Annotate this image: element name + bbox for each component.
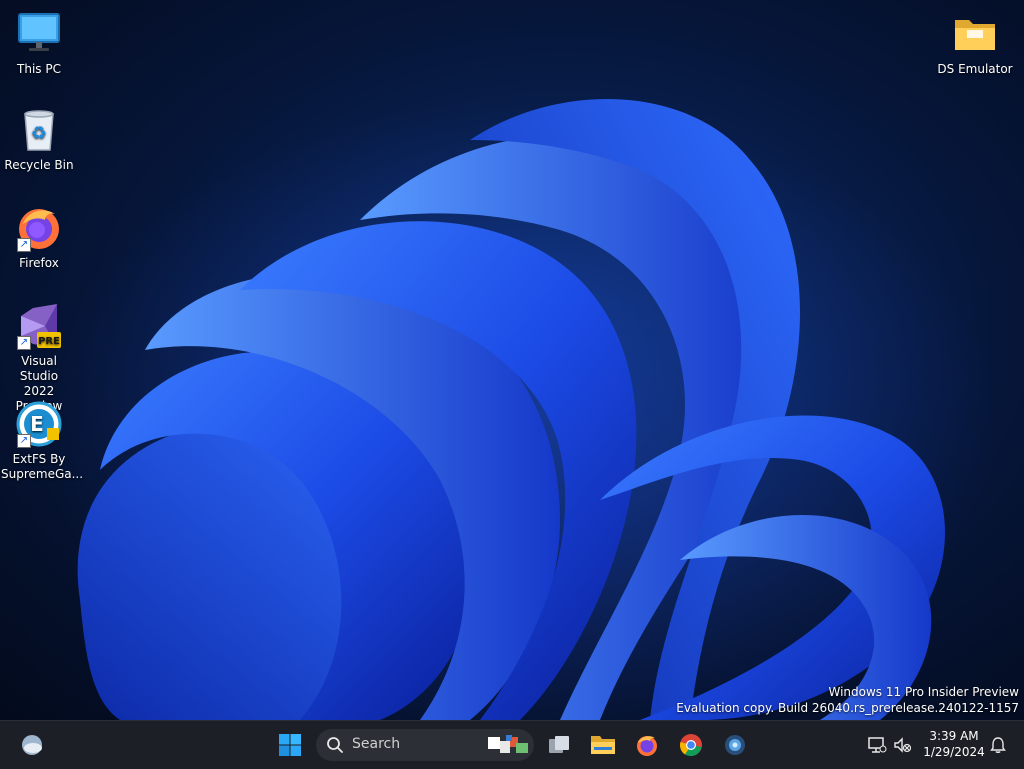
search-icon bbox=[326, 736, 344, 754]
desktop-icon-label: Firefox bbox=[19, 256, 59, 270]
desktop-icon-label: This PC bbox=[17, 62, 61, 76]
task-view-icon bbox=[549, 736, 569, 753]
volume-button[interactable] bbox=[886, 729, 918, 761]
desktop-icon-visual-studio[interactable]: PRE ↗ Visual Studio 2022 Preview bbox=[1, 302, 77, 414]
file-explorer-icon bbox=[591, 736, 615, 754]
evaluation-watermark: Windows 11 Pro Insider Preview Evaluatio… bbox=[676, 684, 1019, 716]
desktop-icon-label-line1: Visual Studio bbox=[19, 354, 59, 383]
search-input[interactable]: Search bbox=[316, 729, 534, 761]
desktop-icon-this-pc[interactable]: This PC bbox=[1, 10, 77, 77]
shortcut-arrow-icon: ↗ bbox=[17, 336, 31, 350]
bell-icon bbox=[990, 737, 1006, 753]
desktop-icon-label: DS Emulator bbox=[937, 62, 1013, 76]
desktop-icon-recycle-bin[interactable]: ♻ Recycle Bin bbox=[1, 106, 77, 173]
search-highlight-icon bbox=[486, 733, 530, 757]
watermark-edition: Windows 11 Pro Insider Preview bbox=[828, 685, 1019, 699]
svg-text:♻: ♻ bbox=[31, 123, 47, 144]
firefox-icon bbox=[637, 736, 657, 756]
recycle-bin-icon: ♻ bbox=[15, 106, 63, 154]
pre-badge: PRE bbox=[38, 336, 60, 347]
desktop-icon-ds-emulator[interactable]: DS Emulator bbox=[937, 10, 1013, 77]
clock-date: 1/29/2024 bbox=[923, 745, 985, 759]
taskbar-clock[interactable]: 3:39 AM 1/29/2024 bbox=[922, 728, 986, 760]
weather-cloud-icon bbox=[22, 735, 42, 755]
chrome-icon bbox=[679, 734, 702, 757]
shortcut-arrow-icon: ↗ bbox=[17, 238, 31, 252]
firefox-icon: ↗ bbox=[15, 204, 63, 252]
widgets-button[interactable] bbox=[16, 729, 48, 761]
task-view-button[interactable] bbox=[543, 729, 575, 761]
desktop-icon-firefox[interactable]: ↗ Firefox bbox=[1, 204, 77, 271]
start-button[interactable] bbox=[274, 729, 306, 761]
shortcut-arrow-icon: ↗ bbox=[17, 434, 31, 448]
chrome-taskbar-button[interactable] bbox=[675, 729, 707, 761]
visual-studio-icon: PRE ↗ bbox=[15, 302, 63, 350]
volume-muted-icon bbox=[894, 737, 912, 753]
app-icon bbox=[725, 735, 745, 755]
desktop-icon-label-line1: ExtFS By bbox=[12, 452, 66, 466]
watermark-build: Evaluation copy. Build 26040.rs_prerelea… bbox=[676, 701, 1019, 715]
clock-time: 3:39 AM bbox=[929, 729, 979, 743]
monitor-icon bbox=[15, 10, 63, 58]
app-taskbar-button[interactable] bbox=[719, 729, 751, 761]
wallpaper-bloom bbox=[40, 98, 1000, 720]
desktop-icon-label-line2: SupremeGa... bbox=[1, 467, 84, 481]
notifications-button[interactable] bbox=[982, 729, 1014, 761]
desktop: This PC ♻ Recycle Bin ↗ Firefox PRE ↗ Vi… bbox=[0, 0, 1024, 720]
file-explorer-button[interactable] bbox=[587, 729, 619, 761]
network-icon bbox=[868, 737, 887, 753]
desktop-icon-extfs[interactable]: E ↗ ExtFS By SupremeGa... bbox=[1, 400, 83, 482]
search-placeholder: Search bbox=[352, 736, 401, 752]
extfs-icon: E ↗ bbox=[15, 400, 63, 448]
firefox-taskbar-button[interactable] bbox=[631, 729, 663, 761]
windows-start-icon bbox=[279, 734, 301, 756]
extfs-badge: E bbox=[30, 412, 44, 436]
desktop-icon-label: Recycle Bin bbox=[4, 158, 74, 172]
folder-icon bbox=[951, 10, 999, 58]
taskbar: Search 3:39 AM 1/29/2024 bbox=[0, 720, 1024, 769]
